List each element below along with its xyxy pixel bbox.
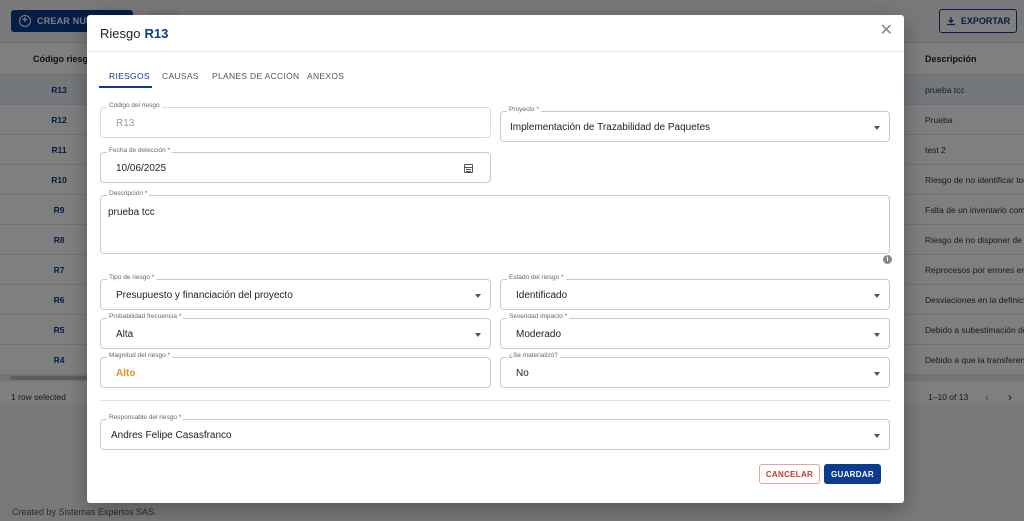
risk-owner-value: Andres Felipe Casasfranco [111,430,232,441]
risk-dialog: Riesgo R13 ✕ RIESGOS CAUSAS PLANES DE ACC… [87,15,904,503]
dialog-title-prefix: Riesgo [100,26,141,41]
chevron-down-icon [475,294,481,298]
risk-code-field: Código del riesgo R13 [100,102,491,138]
save-button[interactable]: GUARDAR [824,464,881,484]
risk-status-select[interactable]: Estado del riesgo * Identificado [500,274,890,310]
chevron-down-icon [475,333,481,337]
detection-date-label: Fecha de detección * [107,147,173,155]
materialized-value: No [516,368,529,379]
calendar-icon[interactable] [464,164,473,173]
risk-status-label: Estado del riesgo * [507,274,566,282]
active-tab-indicator [99,86,152,88]
description-value: prueba tcc [108,207,155,218]
chevron-down-icon [874,434,880,438]
probability-value: Alta [116,329,134,340]
chevron-down-icon [874,372,880,376]
materialized-label: ¿Se materializó? [507,352,560,360]
risk-code-label: Código del riesgo [107,102,162,110]
description-textarea[interactable]: Descripción * prueba tcc [100,190,890,254]
project-label: Proyecto * [507,106,541,114]
risk-owner-select[interactable]: Responsable del riesgo * Andres Felipe C… [100,414,890,450]
chevron-down-icon [874,294,880,298]
close-icon[interactable]: ✕ [880,23,893,39]
risk-magnitude-label: Magnitud del riesgo * [107,352,173,360]
project-value: Implementación de Trazabilidad de Paquet… [510,122,711,133]
materialized-select[interactable]: ¿Se materializó? No [500,352,890,388]
severity-value: Moderado [516,329,562,340]
detection-date-field[interactable]: Fecha de detección * 10/06/2025 [100,147,491,183]
risk-magnitude-value: Alto [116,368,136,379]
probability-select[interactable]: Probabilidad frecuencia * Alta [100,313,491,349]
severity-label: Severidad impacto * [507,313,570,321]
dialog-title-code: R13 [144,26,169,41]
risk-type-select[interactable]: Tipo de riesgo * Presupuesto y financiac… [100,274,491,310]
severity-select[interactable]: Severidad impacto * Moderado [500,313,890,349]
description-label: Descripción * [107,190,150,198]
tab-riesgos[interactable]: RIESGOS [109,71,150,81]
probability-label: Probabilidad frecuencia * [107,313,184,321]
tab-causas[interactable]: CAUSAS [162,71,199,81]
tab-planes-de-accion[interactable]: PLANES DE ACCIÓN [212,71,299,81]
cancel-button[interactable]: CANCELAR [759,464,820,484]
project-select[interactable]: Proyecto * Implementación de Trazabilida… [500,106,890,142]
risk-owner-label: Responsable del riesgo * [107,414,184,422]
info-icon[interactable]: i [883,255,892,264]
risk-type-value: Presupuesto y financiación del proyecto [116,290,293,301]
chevron-down-icon [874,333,880,337]
risk-magnitude-field: Magnitud del riesgo * Alto [100,352,491,388]
dialog-header: Riesgo R13 ✕ [87,15,904,52]
dialog-title: Riesgo R13 [100,26,168,41]
risk-status-value: Identificado [516,290,568,301]
tab-anexos[interactable]: ANEXOS [307,71,344,81]
section-divider [100,400,890,401]
risk-code-value: R13 [116,118,135,129]
risk-type-label: Tipo de riesgo * [107,274,157,282]
chevron-down-icon [874,126,880,130]
detection-date-value: 10/06/2025 [116,163,167,174]
